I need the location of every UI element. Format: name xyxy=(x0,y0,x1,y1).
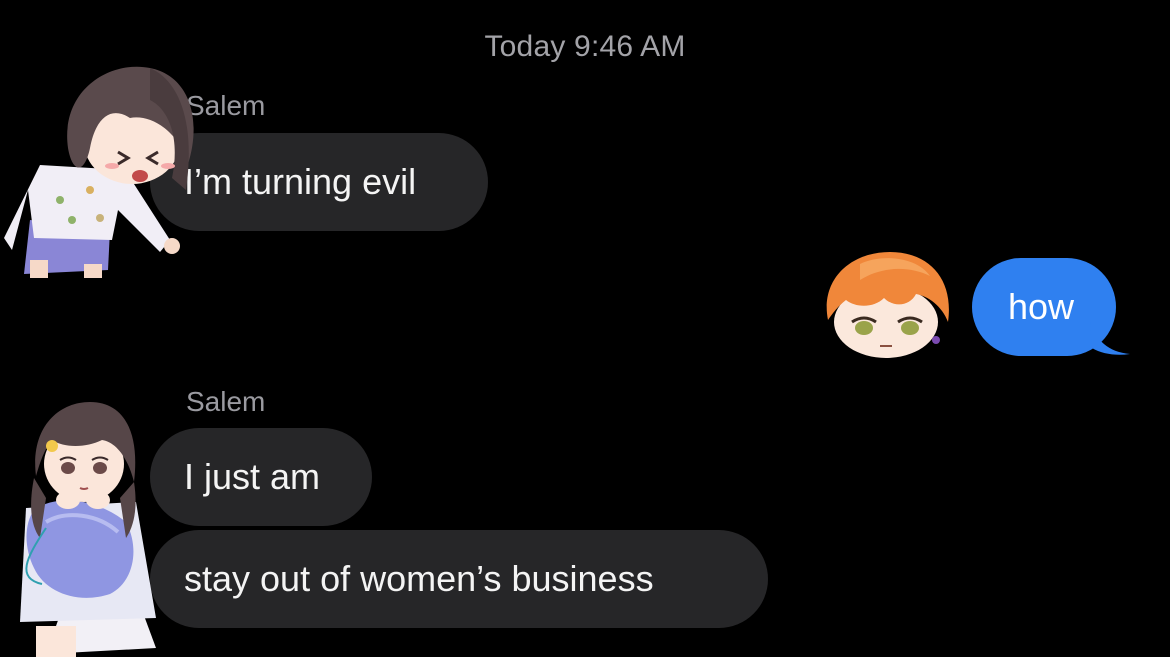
anime-girl-crying-sticker xyxy=(4,66,194,278)
message-bubble-incoming[interactable]: stay out of women’s business xyxy=(150,530,768,628)
anime-boy-orange-hair-sticker xyxy=(826,252,949,358)
message-bubble-incoming[interactable]: I’m turning evil xyxy=(150,133,488,231)
message-bubble-incoming[interactable]: I just am xyxy=(150,428,372,526)
chat-timestamp: Today 9:46 AM xyxy=(484,30,686,63)
anime-girl-pillow-sticker xyxy=(20,402,156,657)
bubble-tail-icon xyxy=(1090,322,1130,355)
sender-name: Salem xyxy=(186,386,266,417)
